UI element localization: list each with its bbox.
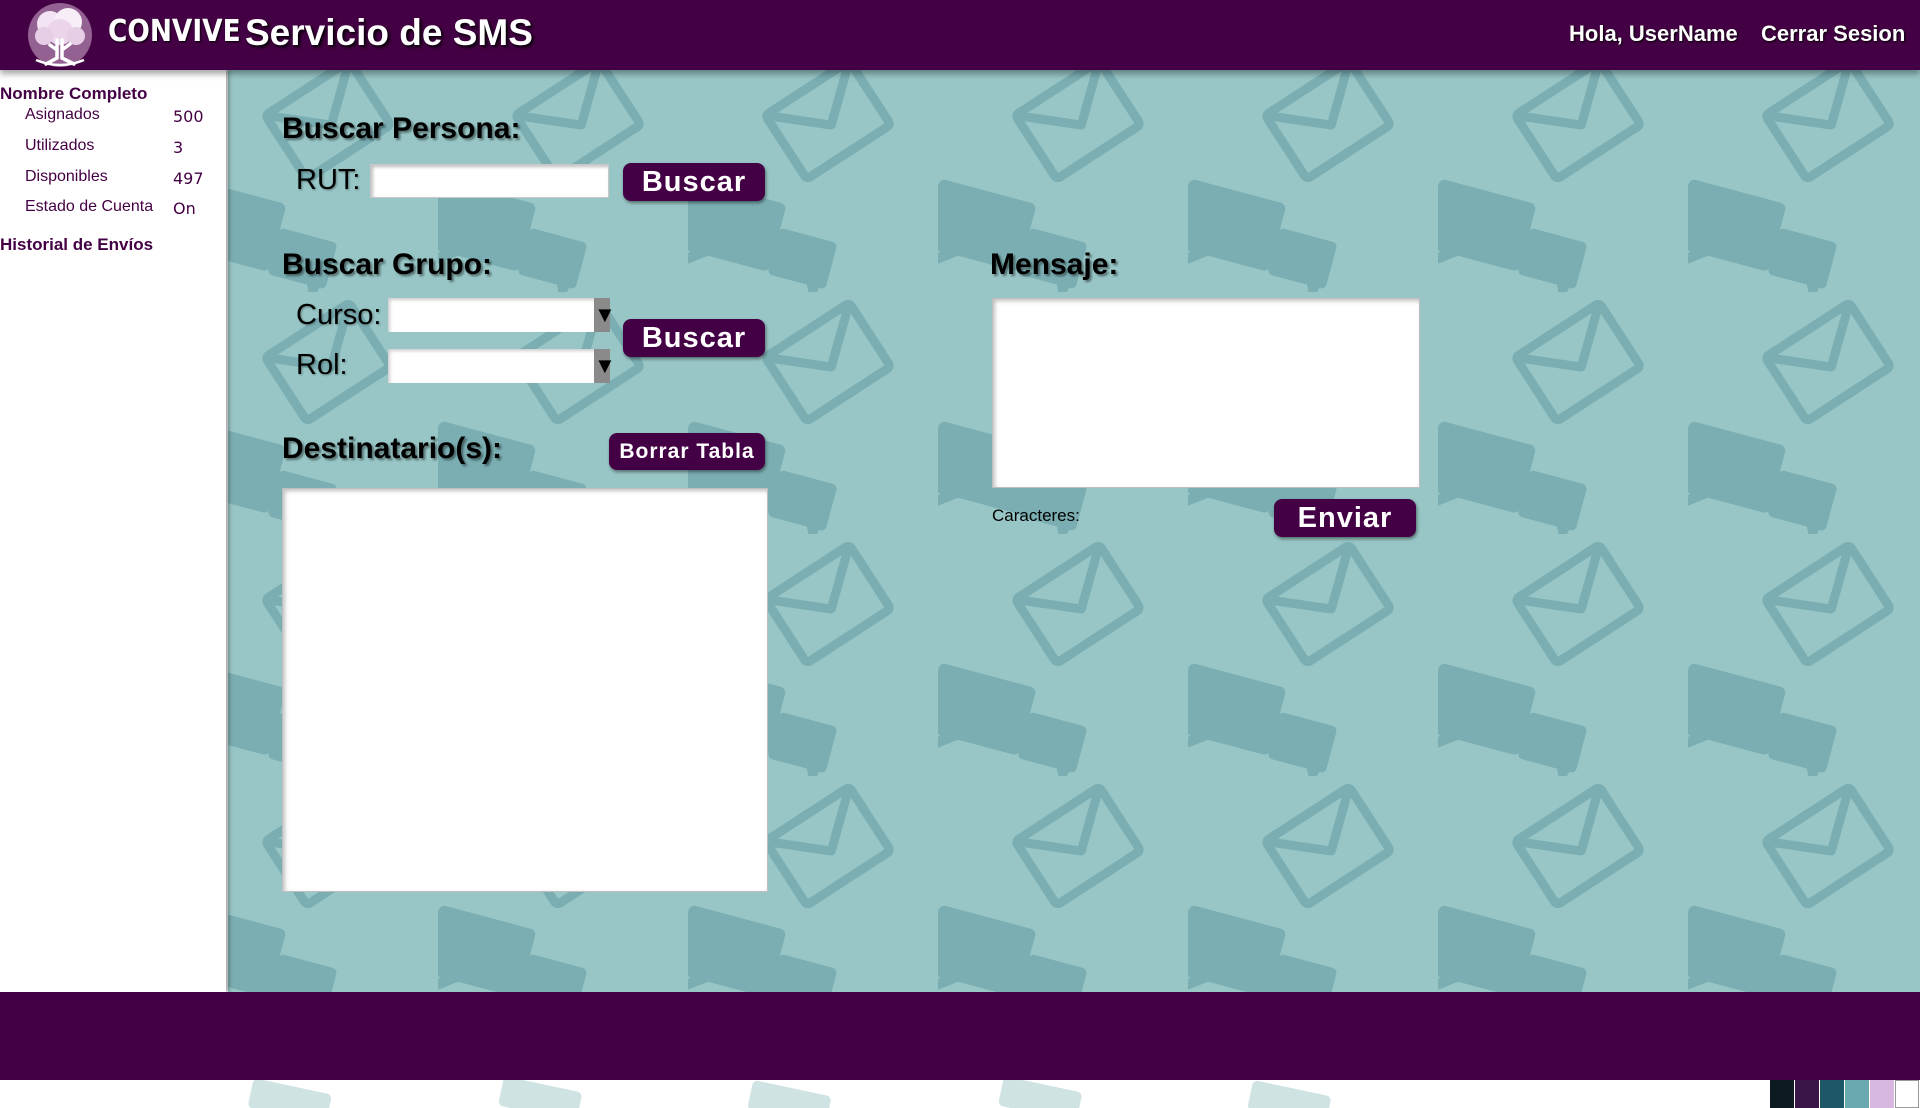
palette-swatch xyxy=(1870,1080,1894,1108)
bottom-pattern xyxy=(248,1080,1331,1108)
clear-table-button[interactable]: Borrar Tabla xyxy=(609,433,765,470)
stat-row-estado: Estado de Cuenta On xyxy=(0,198,226,220)
stat-value: On xyxy=(173,199,196,218)
convive-tree-logo xyxy=(28,3,92,67)
sidebar: Nombre Completo Asignados 500 Utilizados… xyxy=(0,70,226,992)
recipients-table[interactable] xyxy=(282,488,768,892)
palette-swatch xyxy=(1895,1080,1919,1108)
bottom-strip xyxy=(0,1080,1920,1108)
rol-label: Rol: xyxy=(296,349,348,381)
character-count-label: Caracteres: xyxy=(992,506,1080,525)
rut-label: RUT: xyxy=(296,164,361,196)
dropdown-arrow-icon: ▼ xyxy=(594,298,616,332)
curso-select[interactable]: ▼ xyxy=(388,298,616,332)
palette-swatch xyxy=(1795,1080,1819,1108)
dropdown-arrow-icon: ▼ xyxy=(594,349,616,383)
message-heading: Mensaje: xyxy=(990,248,1119,281)
stat-label: Disponibles xyxy=(25,168,108,185)
history-link[interactable]: Historial de Envíos xyxy=(0,235,153,255)
search-group-heading: Buscar Grupo: xyxy=(282,248,493,281)
palette-swatch xyxy=(1770,1080,1794,1108)
user-full-name: Nombre Completo xyxy=(0,84,148,103)
send-button[interactable]: Enviar xyxy=(1274,499,1416,537)
main-content: Buscar Persona: RUT: Buscar Buscar Grupo… xyxy=(228,70,1920,992)
rut-input[interactable] xyxy=(370,164,609,198)
curso-label: Curso: xyxy=(296,299,382,331)
stat-row-asignados: Asignados 500 xyxy=(0,106,226,128)
logout-link[interactable]: Cerrar Sesion xyxy=(1761,21,1905,47)
stat-row-disponibles: Disponibles 497 xyxy=(0,168,226,190)
search-person-heading: Buscar Persona: xyxy=(282,112,521,145)
recipients-heading: Destinatario(s): xyxy=(282,432,503,465)
user-greeting: Hola, UserName xyxy=(1569,21,1738,46)
message-textarea[interactable] xyxy=(992,298,1420,488)
search-person-button[interactable]: Buscar xyxy=(623,163,765,201)
stat-row-utilizados: Utilizados 3 xyxy=(0,137,226,159)
brand-name: CONVIVE xyxy=(108,14,241,49)
page-title: Servicio de SMS xyxy=(245,12,533,53)
stat-value: 500 xyxy=(173,107,204,126)
palette-swatch xyxy=(1820,1080,1844,1108)
stat-label: Estado de Cuenta xyxy=(25,198,154,215)
rol-select[interactable]: ▼ xyxy=(388,349,616,383)
palette-swatch xyxy=(1845,1080,1869,1108)
search-group-button[interactable]: Buscar xyxy=(623,319,765,357)
stat-label: Utilizados xyxy=(25,137,95,154)
stat-label: Asignados xyxy=(25,106,100,123)
header-bar: CONVIVE Servicio de SMS Hola, UserName C… xyxy=(0,0,1920,70)
stat-value: 497 xyxy=(173,169,204,188)
footer-bar xyxy=(0,992,1920,1080)
stat-value: 3 xyxy=(173,138,184,157)
